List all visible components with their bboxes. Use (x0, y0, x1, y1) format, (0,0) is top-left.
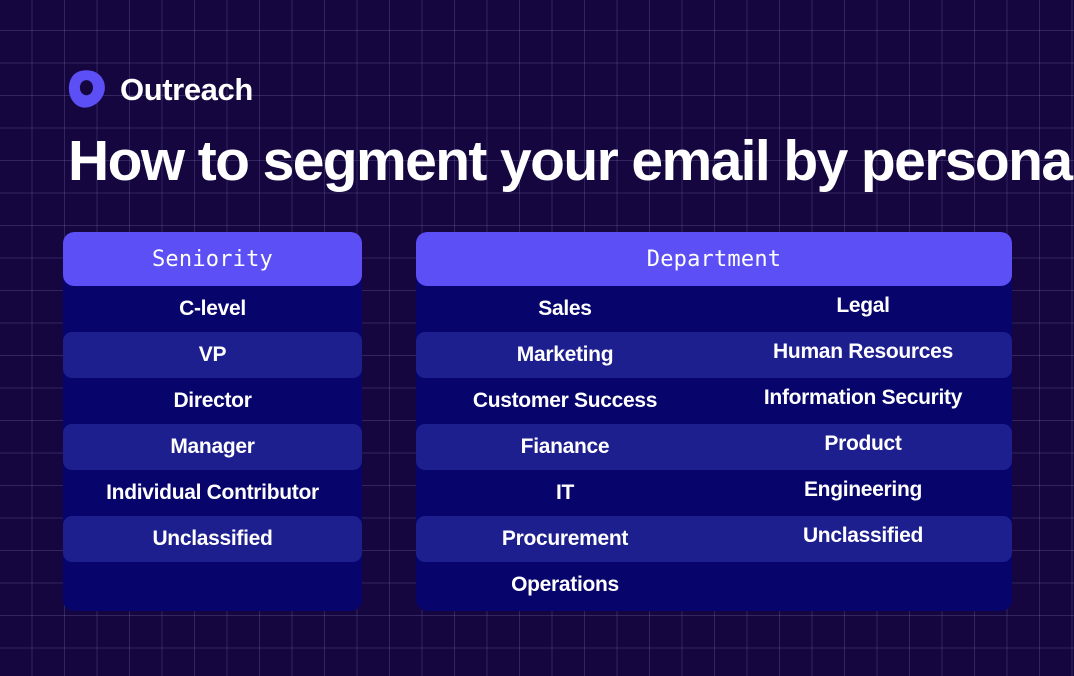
table-cell-secondary: Legal (836, 294, 890, 317)
outreach-blob-logo-icon (68, 70, 105, 108)
table-cell-secondary: Product (824, 432, 902, 455)
page-title: How to segment your email by persona (68, 129, 1073, 193)
table-cell-primary: Operations (511, 573, 619, 596)
seniority-table: Seniority C-level VP Director Manager In… (63, 232, 362, 611)
table-row: Fianance Product (416, 424, 1012, 470)
table-row: VP (63, 332, 362, 378)
table-row: Sales Legal (416, 286, 1012, 332)
table-cell-primary: Manager (170, 435, 255, 458)
brand-name: Outreach (120, 71, 253, 107)
brand-logo: Outreach (68, 66, 253, 112)
table-row: C-level (63, 286, 362, 332)
table-cell-secondary: Unclassified (802, 524, 924, 547)
table-row: Marketing Human Resources (416, 332, 1012, 378)
table-cell-secondary: Human Resources (773, 340, 953, 363)
table-row: Unclassified (63, 516, 362, 562)
table-row: IT Engineering (416, 470, 1012, 516)
table-cell-primary: Unclassified (152, 527, 273, 550)
table-cell-primary: Individual Contributor (106, 481, 319, 504)
department-table-body: Sales Legal Marketing Human Resources Cu… (416, 286, 1012, 608)
table-row: Procurement Unclassified (416, 516, 1012, 562)
seniority-table-header: Seniority (63, 232, 362, 286)
table-cell-primary: IT (555, 481, 575, 504)
table-cell-primary: Sales (538, 297, 592, 320)
seniority-table-body: C-level VP Director Manager Individual C… (63, 286, 362, 608)
table-cell-secondary: Engineering (803, 478, 923, 501)
department-table: Department Sales Legal Marketing Human R… (416, 232, 1012, 611)
table-row: Operations (416, 562, 1012, 608)
table-cell-primary: C-level (179, 297, 246, 320)
table-cell-primary: Director (173, 389, 252, 412)
table-row: Individual Contributor (63, 470, 362, 516)
table-cell-primary: Fianance (520, 435, 610, 458)
table-row: Manager (63, 424, 362, 470)
table-cell-primary: VP (198, 343, 227, 366)
table-cell-primary: Customer Success (472, 389, 658, 412)
slide-content: Outreach How to segment your email by pe… (0, 0, 1074, 676)
table-cell-primary: Marketing (516, 343, 614, 366)
table-cell-secondary: Information Security (763, 386, 963, 409)
table-row: Director (63, 378, 362, 424)
department-table-header: Department (416, 232, 1012, 286)
table-row (63, 562, 362, 608)
table-row: Customer Success Information Security (416, 378, 1012, 424)
table-cell-primary: Procurement (501, 527, 629, 550)
